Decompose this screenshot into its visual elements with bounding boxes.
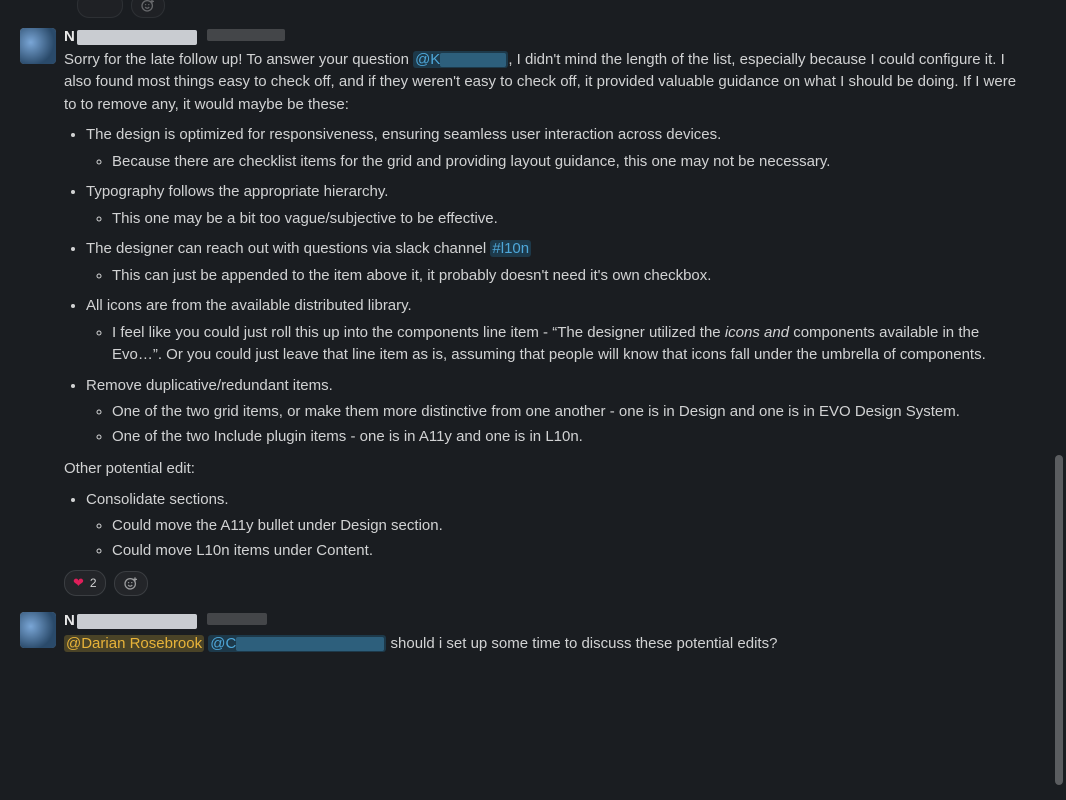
list-item: This can just be appended to the item ab… [112, 265, 1022, 288]
add-reaction-button[interactable] [131, 0, 165, 18]
list-item: The designer can reach out with question… [86, 238, 1022, 287]
sub-list: Could move the A11y bullet under Design … [86, 515, 1022, 562]
author-name[interactable]: N [64, 610, 197, 633]
message-header: N [64, 610, 1022, 633]
list-item: Consolidate sections. Could move the A11… [86, 489, 1022, 563]
list-item: One of the two grid items, or make them … [112, 401, 1022, 424]
list-item: All icons are from the available distrib… [86, 295, 1022, 367]
list-item-text: Could move the A11y bullet under Design … [112, 517, 443, 534]
list-item: I feel like you could just roll this up … [112, 322, 1022, 367]
text-fragment: should i set up some time to discuss the… [386, 635, 777, 652]
reaction-pill-heart[interactable]: ❤ 2 [64, 570, 106, 596]
avatar[interactable] [20, 28, 56, 64]
sub-list: Because there are checklist items for th… [86, 151, 1022, 174]
list-item-text: This can just be appended to the item ab… [112, 267, 711, 284]
message-scroll-area[interactable]: N Sorry for the late follow up! To answe… [0, 0, 1066, 800]
smile-plus-icon [140, 0, 156, 13]
user-mention[interactable]: @K [413, 51, 508, 68]
text-fragment: I feel like you could just roll this up … [112, 324, 725, 341]
list-item: Because there are checklist items for th… [112, 151, 1022, 174]
text-fragment: Sorry for the late follow up! To answer … [64, 51, 413, 68]
bullet-list: Consolidate sections. Could move the A11… [64, 489, 1022, 563]
list-item-text: Could move L10n items under Content. [112, 542, 373, 559]
timestamp[interactable] [207, 613, 267, 625]
list-item-text: Because there are checklist items for th… [112, 153, 830, 170]
message: N Sorry for the late follow up! To answe… [0, 18, 1048, 600]
list-item-text: Consolidate sections. [86, 491, 229, 508]
author-name[interactable]: N [64, 26, 197, 49]
text-fragment: Other potential edit: [64, 460, 195, 477]
list-item: One of the two Include plugin items - on… [112, 426, 1022, 449]
message-body: N @Darian Rosebrook @C should i set up s… [64, 610, 1028, 655]
scrollbar-thumb[interactable] [1055, 455, 1063, 785]
user-mention[interactable]: @C [208, 635, 386, 652]
list-item-text: The designer can reach out with question… [86, 240, 490, 257]
list-item-text: The design is optimized for responsivene… [86, 126, 721, 143]
reactions-row-prev [77, 0, 1048, 18]
message: N @Darian Rosebrook @C should i set up s… [0, 600, 1048, 659]
reaction-count: 2 [90, 574, 97, 592]
list-item-text: All icons are from the available distrib… [86, 297, 412, 314]
timestamp[interactable] [207, 29, 285, 41]
list-item: Remove duplicative/redundant items. One … [86, 375, 1022, 449]
list-item: Could move the A11y bullet under Design … [112, 515, 1022, 538]
heart-icon: ❤ [73, 573, 84, 593]
avatar[interactable] [20, 612, 56, 648]
sub-list: This can just be appended to the item ab… [86, 265, 1022, 288]
list-item: Could move L10n items under Content. [112, 540, 1022, 563]
channel-link[interactable]: #l10n [490, 240, 531, 257]
paragraph: Other potential edit: [64, 458, 1022, 481]
emphasis: icons and [725, 324, 789, 341]
scrollbar-track[interactable] [1055, 0, 1063, 800]
list-item: Typography follows the appropriate hiera… [86, 181, 1022, 230]
sub-list: One of the two grid items, or make them … [86, 401, 1022, 448]
list-item-text: One of the two grid items, or make them … [112, 403, 960, 420]
message-text: Sorry for the late follow up! To answer … [64, 49, 1022, 563]
message-text: @Darian Rosebrook @C should i set up som… [64, 633, 1022, 656]
smile-plus-icon [123, 575, 139, 591]
list-item: The design is optimized for responsivene… [86, 124, 1022, 173]
list-item-text: This one may be a bit too vague/subjecti… [112, 210, 498, 227]
add-reaction-button[interactable] [114, 571, 148, 596]
reaction-pill[interactable] [77, 0, 123, 18]
user-mention[interactable]: @Darian Rosebrook [64, 635, 204, 652]
list-item-text: Typography follows the appropriate hiera… [86, 183, 388, 200]
list-item: This one may be a bit too vague/subjecti… [112, 208, 1022, 231]
list-item-text: Remove duplicative/redundant items. [86, 377, 333, 394]
message-header: N [64, 26, 1022, 49]
message-body: N Sorry for the late follow up! To answe… [64, 26, 1028, 596]
list-item-text: One of the two Include plugin items - on… [112, 428, 583, 445]
sub-list: I feel like you could just roll this up … [86, 322, 1022, 367]
reactions-row: ❤ 2 [64, 570, 1022, 596]
sub-list: This one may be a bit too vague/subjecti… [86, 208, 1022, 231]
bullet-list: The design is optimized for responsivene… [64, 124, 1022, 448]
